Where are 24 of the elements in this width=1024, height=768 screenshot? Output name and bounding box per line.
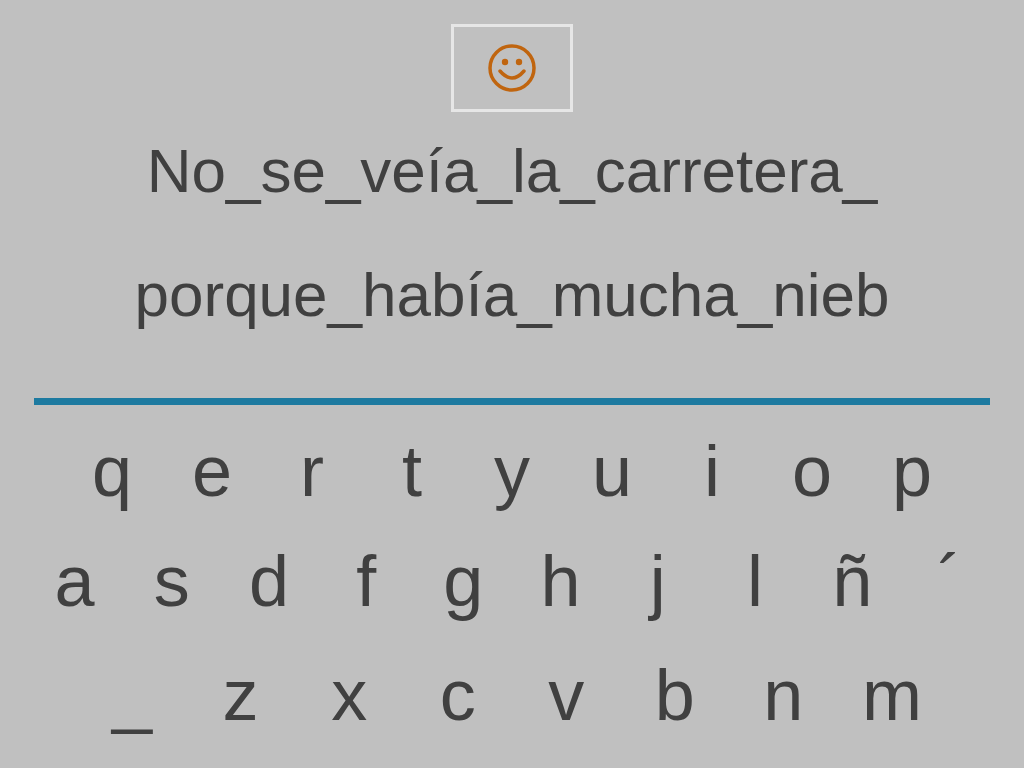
letter-key[interactable]: v xyxy=(536,659,597,731)
letter-key[interactable]: i xyxy=(682,435,742,507)
letter-key[interactable]: m xyxy=(861,659,922,731)
smiley-icon xyxy=(487,43,537,93)
letter-key[interactable]: f xyxy=(336,545,397,617)
letter-key[interactable]: l xyxy=(725,545,786,617)
letter-key[interactable]: x xyxy=(319,659,380,731)
smiley-button[interactable] xyxy=(451,24,573,112)
letter-key[interactable]: u xyxy=(582,435,642,507)
letter-key[interactable]: e xyxy=(182,435,242,507)
letter-key[interactable]: b xyxy=(644,659,705,731)
letter-key[interactable]: h xyxy=(530,545,591,617)
letter-key[interactable]: ´ xyxy=(919,545,980,617)
letter-key[interactable]: d xyxy=(238,545,299,617)
letter-key[interactable]: a xyxy=(44,545,105,617)
letter-key[interactable]: z xyxy=(210,659,271,731)
letter-key[interactable]: ñ xyxy=(822,545,883,617)
letter-key[interactable]: c xyxy=(427,659,488,731)
letter-key[interactable]: o xyxy=(782,435,842,507)
sentence-text: No_se_veía_la_carretera_ xyxy=(146,140,878,202)
letter-key[interactable]: s xyxy=(141,545,202,617)
letter-key[interactable]: n xyxy=(753,659,814,731)
letter-key[interactable]: t xyxy=(382,435,442,507)
letter-key[interactable]: r xyxy=(282,435,342,507)
